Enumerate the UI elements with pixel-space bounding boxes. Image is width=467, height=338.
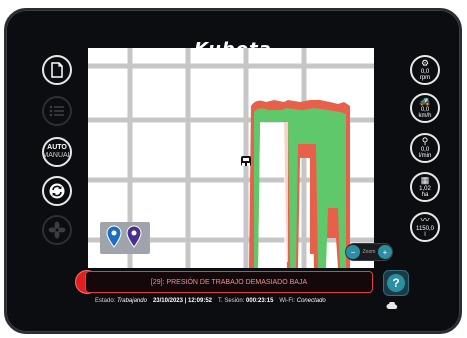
tractor-marker-icon (241, 156, 251, 166)
status-session: T. Sesión: 000:23:15 (218, 298, 273, 304)
stat-unit: rpm (419, 75, 431, 81)
document-button[interactable] (42, 55, 72, 85)
estado-label: Estado: (95, 298, 116, 304)
manual-label: MANUAL (42, 152, 72, 159)
zoom-control: − Zoom + (345, 243, 393, 261)
help-icon: ? (387, 274, 405, 292)
stat-unit: km/h (418, 113, 432, 119)
tractor-speed-icon: 🚜 (419, 96, 431, 106)
blue-pin-icon[interactable] (106, 225, 122, 248)
status-bar: Estado: Trabajando 23/10/2023 | 12:09:52… (95, 298, 375, 304)
stat-unit: l (424, 232, 426, 238)
coverage-area (249, 100, 350, 268)
auto-manual-toggle[interactable]: AUTO MANUAL (42, 137, 72, 167)
area-icon: ▦ (420, 175, 430, 185)
refresh-icon (49, 183, 65, 199)
volume-icon: 〰 (420, 215, 430, 225)
status-datetime: 23/10/2023 | 12:09:52 (152, 298, 213, 304)
session-value: 000:23:15 (246, 298, 274, 304)
status-estado: Estado: Trabajando (95, 298, 147, 304)
zoom-in-button[interactable]: + (378, 245, 392, 259)
waypoint-panel (100, 222, 150, 254)
estado-value: Trabajando (117, 298, 147, 304)
zoom-out-button[interactable]: − (346, 245, 360, 259)
alarm-banner[interactable]: [29]: PRESIÓN DE TRABAJO DEMASIADO BAJA (85, 271, 373, 293)
sections-icon (49, 105, 64, 117)
wifi-value: Conectado (296, 298, 326, 304)
stat-ground-speed[interactable]: 🚜 0,0 km/h (410, 93, 440, 123)
stat-unit: ha (421, 192, 429, 198)
stat-volume[interactable]: 〰 1150,0 l (410, 212, 440, 242)
help-button[interactable]: ? (383, 270, 409, 296)
auto-label: AUTO (47, 144, 67, 151)
wifi-label: Wi-Fi: (279, 298, 296, 304)
purple-pin-icon[interactable] (126, 225, 142, 248)
stat-flow-rate[interactable]: ⚲ 0,0 l/min (410, 133, 440, 163)
session-label: T. Sesión: (218, 298, 245, 304)
refresh-button[interactable] (42, 176, 72, 206)
alarm-text: [29]: PRESIÓN DE TRABAJO DEMASIADO BAJA (150, 278, 308, 286)
sections-button[interactable] (42, 96, 72, 126)
fan-button[interactable] (42, 215, 72, 245)
stat-area[interactable]: ▦ 1,02 ha (410, 172, 440, 202)
stat-engine-speed[interactable]: ⚙ 0,0 rpm (410, 55, 440, 85)
status-wifi: Wi-Fi: Conectado (279, 298, 325, 304)
zoom-label: Zoom (362, 249, 376, 255)
fan-icon (48, 221, 66, 239)
cloud-icon (386, 297, 398, 309)
engine-speed-icon: ⚙ (420, 58, 430, 68)
stat-unit: l/min (418, 153, 432, 159)
document-icon (51, 62, 63, 78)
waypoint-pins (106, 225, 142, 248)
flow-rate-icon: ⚲ (421, 136, 429, 146)
